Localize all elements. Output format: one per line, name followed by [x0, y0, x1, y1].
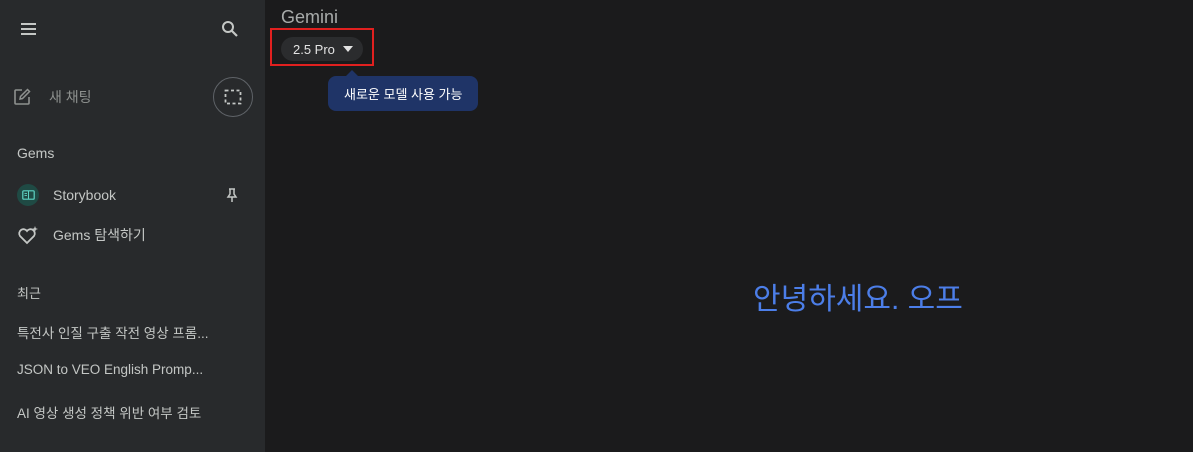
app-window: 새 채팅 Gems Storybook Gems 탐색하기 최근 특전사 인질 …: [0, 0, 1193, 452]
pin-icon[interactable]: [224, 187, 240, 203]
gem-item-label: Storybook: [53, 187, 117, 203]
recent-chat-item[interactable]: JSON to VEO English Promp...: [17, 362, 217, 377]
recent-chat-item[interactable]: AI 영상 생성 정책 위반 여부 검토: [17, 402, 217, 422]
greeting-text: 안녕하세요. 오프: [753, 283, 963, 316]
caret-down-icon: [342, 46, 353, 52]
gem-sparkle-icon: [18, 226, 38, 245]
main-area: Gemini 2.5 Pro 새로운 모델 사용 가능 안녕하세요. 오프: [265, 0, 1193, 452]
app-title: Gemini: [281, 7, 339, 27]
gem-item-storybook[interactable]: Storybook: [17, 180, 249, 210]
recent-section-title: 최근: [17, 286, 41, 301]
search-icon: [222, 21, 238, 37]
dashed-square-icon: [224, 89, 242, 105]
book-icon: [21, 190, 35, 200]
new-chat-label: 새 채팅: [49, 89, 92, 105]
edit-pencil-icon: [14, 88, 31, 105]
new-model-tooltip: 새로운 모델 사용 가능: [328, 70, 479, 111]
gems-section-title: Gems: [17, 145, 55, 161]
search-button[interactable]: [211, 10, 249, 48]
tooltip-text: 새로운 모델 사용 가능: [344, 87, 463, 102]
gem-item-label: Gems 탐색하기: [53, 227, 146, 243]
new-chat-button[interactable]: 새 채팅: [12, 80, 92, 114]
model-selector-button[interactable]: 2.5 Pro: [281, 37, 363, 61]
model-selector-label: 2.5 Pro: [293, 41, 335, 57]
sidebar: 새 채팅 Gems Storybook Gems 탐색하기 최근 특전사 인질 …: [0, 0, 265, 452]
menu-button[interactable]: [10, 10, 48, 48]
recent-chat-item[interactable]: 특전사 인질 구출 작전 영상 프롬...: [17, 322, 217, 342]
hamburger-menu-icon: [21, 23, 36, 35]
temporary-chat-button[interactable]: [213, 77, 253, 117]
gem-item-explore[interactable]: Gems 탐색하기: [17, 220, 249, 250]
gem-avatar: [17, 184, 39, 206]
